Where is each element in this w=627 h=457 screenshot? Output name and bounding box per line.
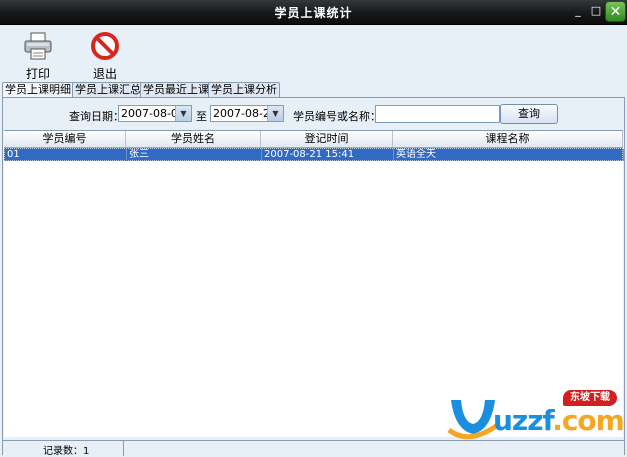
print-button[interactable]: 打印 — [13, 31, 63, 82]
watermark-badge: 东坡下载 — [563, 390, 617, 406]
chevron-down-icon[interactable]: ▼ — [267, 106, 283, 121]
close-button[interactable]: ✕ — [605, 1, 626, 22]
cell-register-time: 2007-08-21 15:41 — [262, 149, 394, 161]
column-header[interactable]: 登记时间 — [261, 131, 393, 147]
watermark-logo: uzzf.com 东坡下载 — [445, 390, 625, 442]
table-header: 学员编号 学员姓名 登记时间 课程名称 — [4, 131, 623, 148]
window-title: 学员上课统计 — [274, 6, 353, 20]
tab-analysis[interactable]: 学员上课分析 — [208, 82, 280, 97]
title-bar: 学员上课统计 _ □ ✕ — [0, 0, 627, 25]
exit-icon — [91, 32, 119, 60]
record-count: 记录数：1 — [43, 446, 90, 457]
toolbar: 打印 退出 — [0, 25, 627, 81]
minimize-button[interactable]: _ — [570, 3, 586, 19]
tab-detail[interactable]: 学员上课明细 — [2, 82, 76, 97]
filter-bar: 查询日期： 2007-08-01 ▼ 至 2007-08-21 ▼ 学员编号或名… — [3, 98, 624, 130]
cell-student-id: 01 — [5, 149, 127, 161]
column-header[interactable]: 学员编号 — [4, 131, 126, 147]
printer-icon — [24, 32, 52, 60]
maximize-button[interactable]: □ — [588, 3, 604, 19]
column-header[interactable]: 课程名称 — [393, 131, 623, 147]
status-divider — [123, 441, 124, 456]
date-from-select[interactable]: 2007-08-01 ▼ — [118, 105, 192, 122]
query-button[interactable]: 查询 — [500, 104, 558, 124]
tab-recent[interactable]: 学员最近上课 — [140, 82, 212, 97]
to-label: 至 — [196, 110, 207, 123]
status-bar: 记录数：1 — [3, 440, 624, 457]
name-input[interactable] — [375, 105, 500, 123]
cell-course-name: 英语全天 — [394, 149, 624, 161]
exit-button[interactable]: 退出 — [80, 31, 130, 82]
tab-summary[interactable]: 学员上课汇总 — [72, 82, 144, 97]
date-to-select[interactable]: 2007-08-21 ▼ — [210, 105, 284, 122]
exit-label: 退出 — [92, 67, 117, 81]
name-label: 学员编号或名称： — [293, 110, 381, 123]
column-header[interactable]: 学员姓名 — [126, 131, 261, 147]
table-row[interactable]: 01 张三 2007-08-21 15:41 英语全天 — [4, 148, 624, 161]
chevron-down-icon[interactable]: ▼ — [175, 106, 191, 121]
date-label: 查询日期： — [69, 110, 124, 123]
cell-student-name: 张三 — [127, 149, 262, 161]
print-label: 打印 — [25, 67, 50, 81]
watermark-text: uzzf.com — [493, 404, 625, 437]
